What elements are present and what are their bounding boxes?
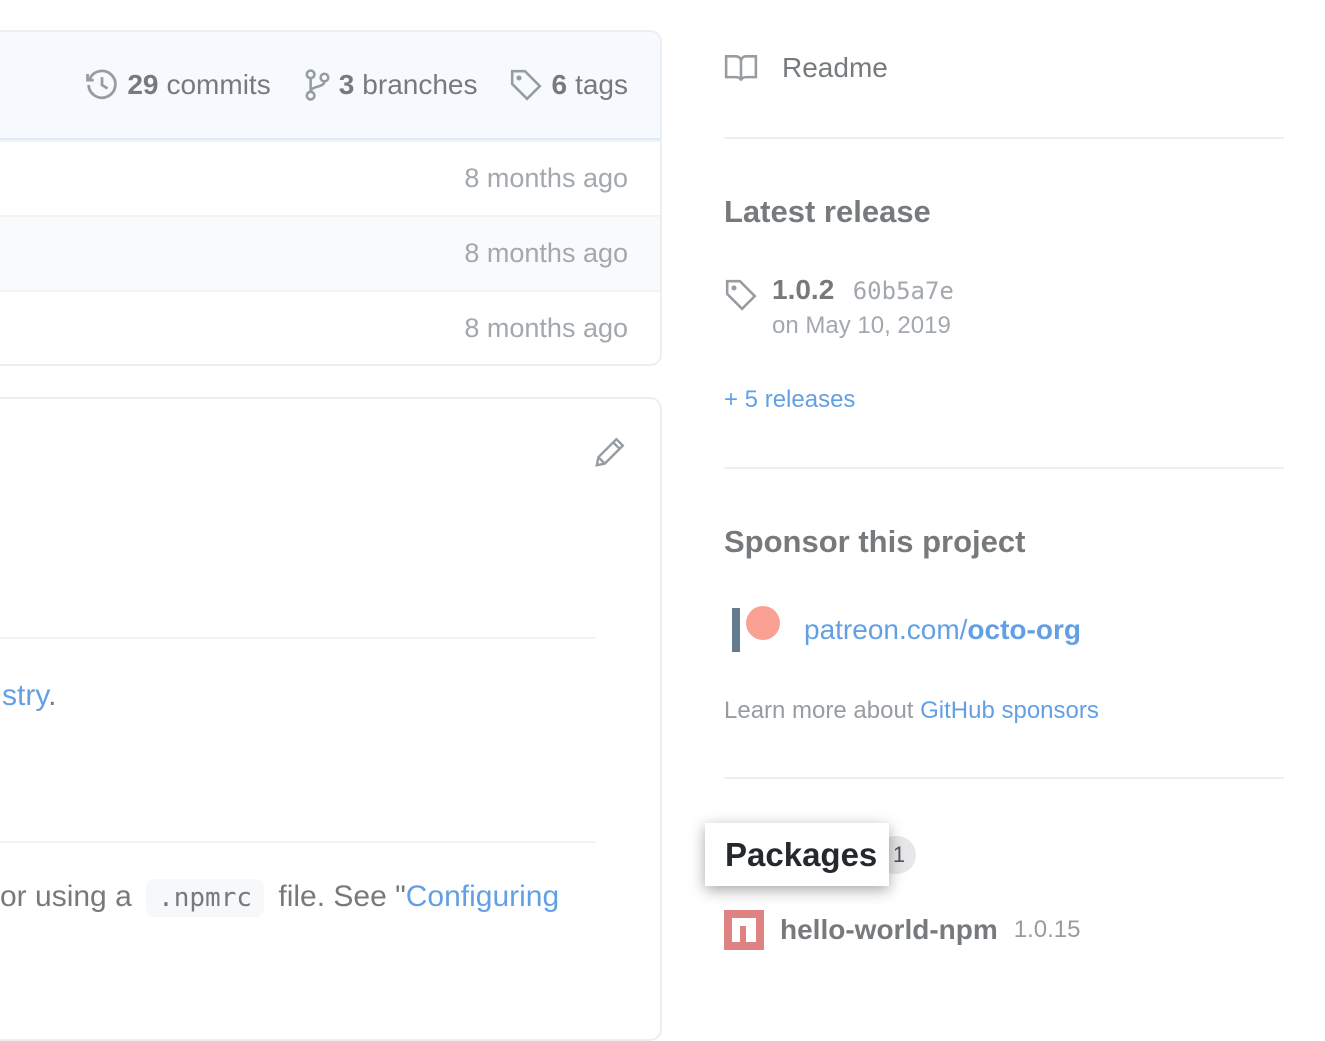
- tag-icon: [725, 279, 757, 311]
- npm-icon: [724, 910, 764, 950]
- latest-release[interactable]: 1.0.2 60b5a7e on May 10, 2019: [724, 274, 954, 340]
- readme-label: Readme: [782, 52, 888, 83]
- package-name: hello-world-npm: [780, 914, 998, 945]
- readme-text: .: [48, 679, 57, 712]
- commits-label: commits: [166, 69, 271, 100]
- sponsor-heading: Sponsor this project: [724, 524, 1026, 559]
- packages-heading[interactable]: Packages: [705, 823, 889, 886]
- readme-text: or using a: [0, 880, 132, 913]
- readme-line: or using a .npmrc file. See "Configuring: [0, 879, 559, 917]
- code-snippet: .npmrc: [146, 879, 265, 917]
- repo-file-box: 29 commits 3 branches 6 tags 8 months ag…: [0, 30, 662, 366]
- readme-link[interactable]: stry: [2, 679, 48, 712]
- release-sha: 60b5a7e: [852, 277, 954, 305]
- tags-label: tags: [575, 69, 628, 100]
- github-sponsors-link[interactable]: GitHub sponsors: [920, 697, 1099, 724]
- package-version: 1.0.15: [1013, 916, 1081, 943]
- commits-link[interactable]: 29 commits: [85, 68, 271, 102]
- configuring-link[interactable]: Configuring: [406, 880, 559, 913]
- readme-divider: [0, 841, 596, 843]
- readme-box: stry. or using a .npmrc file. See "Confi…: [0, 397, 662, 1041]
- sidebar-divider: [724, 467, 1284, 469]
- file-row[interactable]: 8 months ago: [0, 215, 660, 290]
- sidebar-divider: [724, 137, 1284, 139]
- readme-line: stry.: [2, 679, 56, 713]
- pencil-icon[interactable]: [594, 435, 626, 469]
- dimmed-page: 29 commits 3 branches 6 tags 8 months ag…: [0, 0, 1325, 1041]
- tag-icon: [511, 69, 543, 101]
- tags-count: 6: [551, 69, 568, 100]
- tags-link[interactable]: 6 tags: [509, 68, 628, 102]
- learn-more-text: Learn more about GitHub sponsors: [724, 697, 1099, 724]
- more-releases-link[interactable]: + 5 releases: [724, 386, 855, 414]
- release-version: 1.0.2: [772, 274, 835, 305]
- file-age: 8 months ago: [464, 163, 628, 193]
- branches-label: branches: [362, 69, 478, 100]
- readme-divider: [0, 637, 596, 639]
- sidebar-divider: [724, 777, 1284, 779]
- readme-link[interactable]: Readme: [724, 52, 888, 84]
- git-branch-icon: [305, 69, 330, 101]
- repo-summary-bar: 29 commits 3 branches 6 tags: [0, 32, 660, 140]
- release-date: on May 10, 2019: [772, 312, 951, 339]
- sponsor-row: patreon.com/octo-org: [724, 606, 1081, 654]
- readme-text: file. See ": [278, 880, 406, 913]
- package-item[interactable]: hello-world-npm 1.0.15: [724, 910, 1081, 950]
- file-row[interactable]: 8 months ago: [0, 290, 660, 364]
- patreon-link[interactable]: patreon.com/octo-org: [804, 614, 1081, 646]
- book-icon: [724, 55, 758, 81]
- file-row[interactable]: 8 months ago: [0, 140, 660, 215]
- history-icon: [86, 69, 118, 100]
- file-age: 8 months ago: [464, 313, 628, 343]
- file-age: 8 months ago: [464, 238, 628, 268]
- latest-release-heading: Latest release: [724, 194, 931, 229]
- patreon-icon: [724, 606, 782, 654]
- branches-count: 3: [338, 69, 355, 100]
- branches-link[interactable]: 3 branches: [303, 68, 478, 102]
- commits-count: 29: [127, 69, 159, 100]
